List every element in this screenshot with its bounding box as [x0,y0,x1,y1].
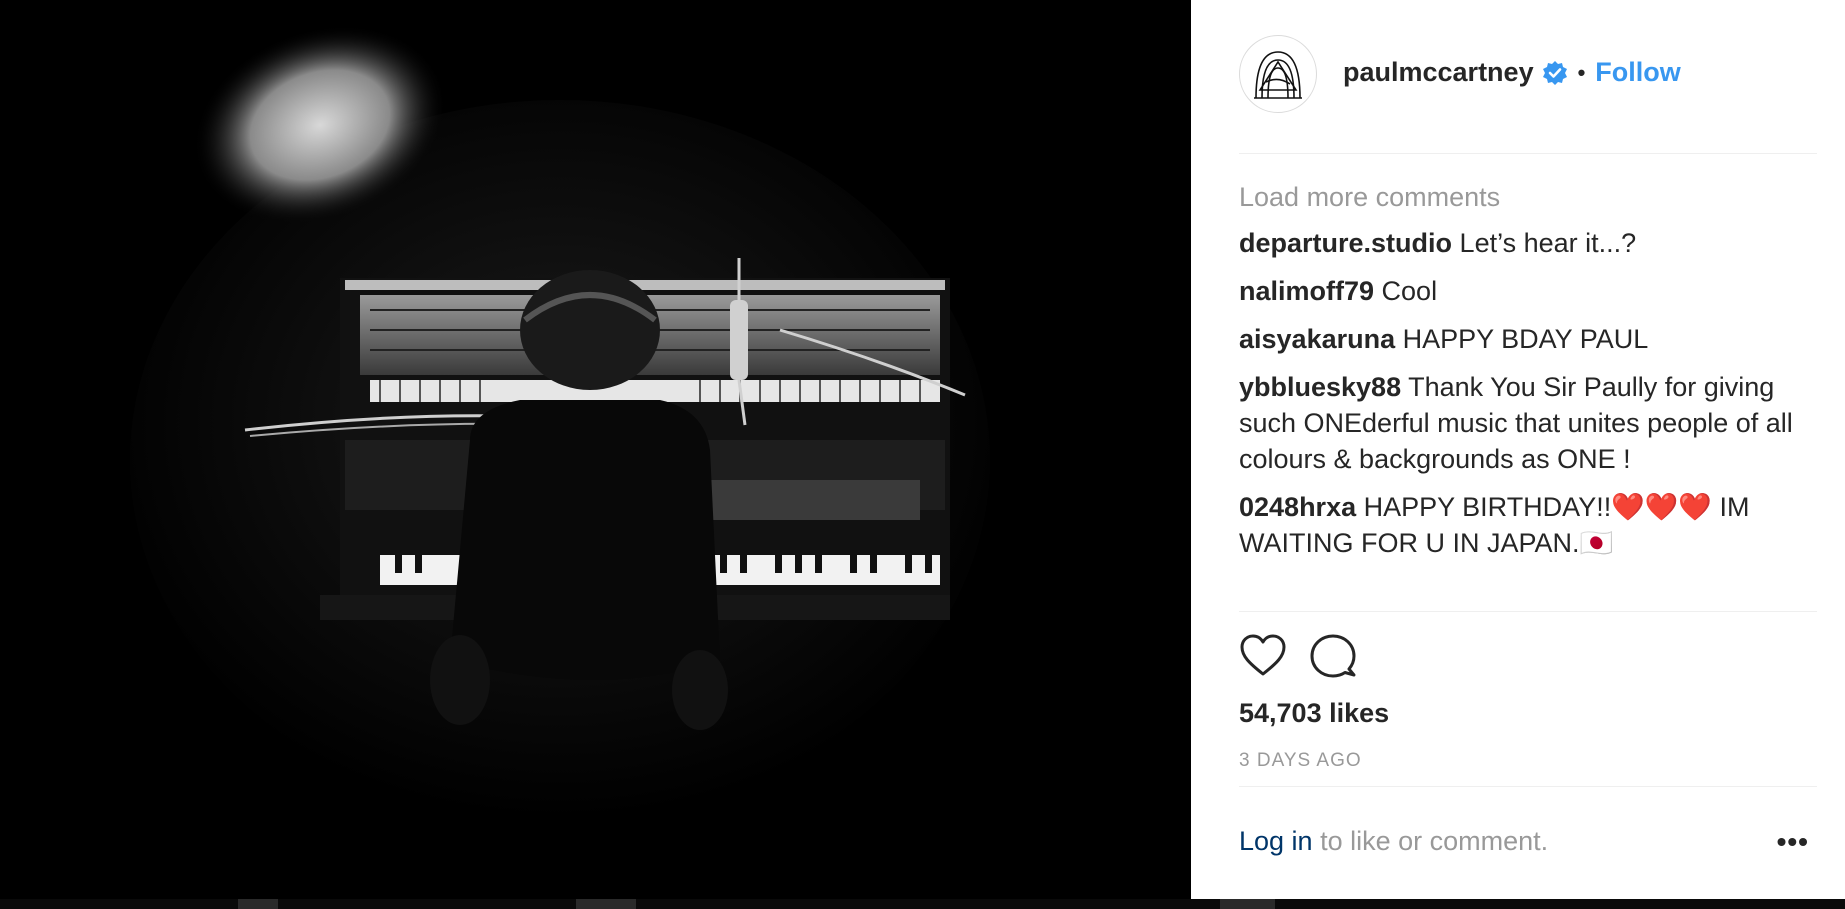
comments-list: Load more comments departure.studio Let’… [1239,178,1809,573]
comment-author[interactable]: 0248hrxa [1239,492,1356,522]
post-timestamp[interactable]: 3 DAYS AGO [1239,750,1362,772]
likes-count[interactable]: 54,703 likes [1239,698,1389,729]
divider [1239,786,1817,787]
login-prompt: Log in to like or comment. [1239,826,1548,857]
comment-author[interactable]: departure.studio [1239,228,1452,258]
bottom-strip [0,899,1845,909]
comment-item: aisyakaruna HAPPY BDAY PAUL [1239,321,1809,357]
strip-mark [238,899,278,909]
comment-text: HAPPY BDAY PAUL [1402,324,1649,354]
verified-badge-icon [1542,60,1567,85]
comment-item: departure.studio Let’s hear it...? [1239,225,1809,261]
post-header: paulmccartney • Follow [1239,35,1817,154]
like-button[interactable] [1239,632,1287,680]
profile-logo-icon [1254,51,1302,99]
comment-author[interactable]: aisyakaruna [1239,324,1395,354]
follow-button[interactable]: Follow [1595,57,1680,88]
separator-dot: • [1577,59,1586,85]
comment-item: 0248hrxa HAPPY BIRTHDAY!!❤️❤️❤️ IM WAITI… [1239,489,1809,561]
comment-text: Cool [1381,276,1438,306]
piano-photo-illustration [0,0,1191,899]
more-options-button[interactable]: ••• [1777,828,1809,856]
comment-button[interactable] [1309,632,1357,680]
post-photo[interactable] [0,0,1191,899]
comment-text: Let’s hear it...? [1459,228,1637,258]
comment-author[interactable]: ybbluesky88 [1239,372,1401,402]
login-link[interactable]: Log in [1239,826,1313,856]
username-link[interactable]: paulmccartney [1343,57,1534,88]
load-more-comments-button[interactable]: Load more comments [1239,178,1809,216]
strip-mark [576,899,636,909]
comment-bubble-icon [1310,634,1356,678]
strip-mark [1220,899,1275,909]
post-author-line: paulmccartney • Follow [1343,57,1681,88]
comment-author[interactable]: nalimoff79 [1239,276,1374,306]
post-side-panel: paulmccartney • Follow Load more comment… [1191,0,1845,899]
avatar[interactable] [1239,35,1317,113]
login-prompt-text: to like or comment. [1312,826,1549,856]
instagram-post-view: paulmccartney • Follow Load more comment… [0,0,1845,909]
divider [1239,611,1817,612]
comment-item: nalimoff79 Cool [1239,273,1809,309]
heart-outline-icon [1240,634,1286,676]
comment-item: ybbluesky88 Thank You Sir Paully for giv… [1239,369,1809,477]
